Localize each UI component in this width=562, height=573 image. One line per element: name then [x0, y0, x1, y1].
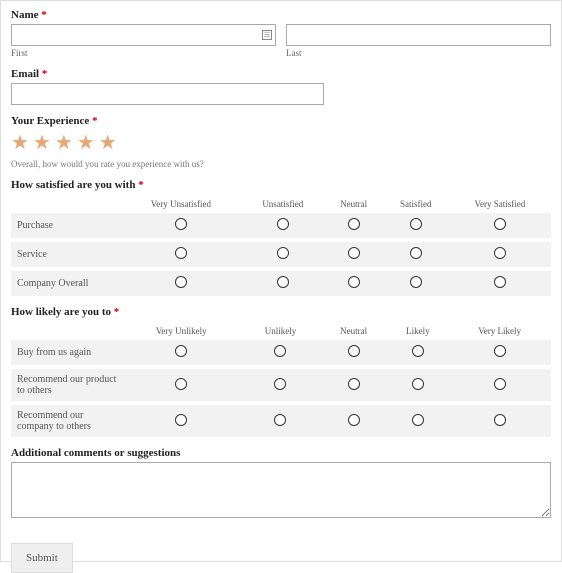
last-sublabel: Last — [286, 48, 551, 58]
radio-option[interactable] — [274, 345, 286, 357]
radio-option[interactable] — [277, 247, 289, 259]
row-label: Recommend our product to others — [11, 367, 121, 403]
last-name-col: Last — [286, 24, 551, 58]
radio-option[interactable] — [175, 247, 187, 259]
experience-field: Your Experience * ★ ★ ★ ★ ★ Overall, how… — [11, 115, 551, 169]
contact-card-icon: ☰ — [262, 30, 272, 40]
matrix-corner — [11, 322, 121, 340]
col-header: Very Likely — [448, 322, 551, 340]
comments-field: Additional comments or suggestions — [11, 447, 551, 521]
radio-option[interactable] — [274, 414, 286, 426]
radio-option[interactable] — [410, 276, 422, 288]
col-header: Neutral — [325, 195, 383, 213]
radio-option[interactable] — [274, 378, 286, 390]
name-label: Name * — [11, 9, 551, 21]
matrix-corner — [11, 195, 121, 213]
required-mark: * — [114, 306, 120, 318]
star-rating: ★ ★ ★ ★ ★ — [11, 130, 551, 155]
radio-option[interactable] — [494, 345, 506, 357]
radio-option[interactable] — [348, 345, 360, 357]
radio-option[interactable] — [494, 378, 506, 390]
row-label: Company Overall — [11, 269, 121, 296]
required-mark: * — [92, 115, 98, 127]
radio-option[interactable] — [175, 218, 187, 230]
required-mark: * — [138, 179, 144, 191]
name-label-text: Name — [11, 9, 39, 21]
row-label: Buy from us again — [11, 340, 121, 367]
radio-option[interactable] — [494, 218, 506, 230]
submit-button[interactable]: Submit — [11, 543, 73, 573]
likelihood-label: How likely are you to * — [11, 306, 551, 318]
col-header: Neutral — [320, 322, 388, 340]
star-icon[interactable]: ★ — [77, 130, 95, 155]
likelihood-matrix: Very Unlikely Unlikely Neutral Likely Ve… — [11, 322, 551, 437]
col-header: Satisfied — [383, 195, 449, 213]
row-label: Recommend our company to others — [11, 403, 121, 437]
first-sublabel: First — [11, 48, 276, 58]
radio-option[interactable] — [348, 414, 360, 426]
satisfaction-field: How satisfied are you with * Very Unsati… — [11, 179, 551, 296]
likelihood-label-text: How likely are you to — [11, 306, 111, 318]
radio-option[interactable] — [175, 345, 187, 357]
star-icon[interactable]: ★ — [33, 130, 51, 155]
radio-option[interactable] — [348, 218, 360, 230]
radio-option[interactable] — [412, 378, 424, 390]
comments-label: Additional comments or suggestions — [11, 447, 551, 459]
matrix-row: Buy from us again — [11, 340, 551, 367]
satisfaction-matrix: Very Unsatisfied Unsatisfied Neutral Sat… — [11, 195, 551, 296]
experience-label-text: Your Experience — [11, 115, 89, 127]
col-header: Very Unsatisfied — [121, 195, 241, 213]
experience-label: Your Experience * — [11, 115, 551, 127]
radio-option[interactable] — [412, 345, 424, 357]
radio-option[interactable] — [175, 414, 187, 426]
radio-option[interactable] — [277, 276, 289, 288]
required-mark: * — [42, 68, 48, 80]
radio-option[interactable] — [494, 276, 506, 288]
required-mark: * — [41, 9, 47, 21]
col-header: Unlikely — [241, 322, 319, 340]
first-name-wrap: ☰ — [11, 24, 276, 46]
row-label: Service — [11, 240, 121, 269]
col-header: Very Unlikely — [121, 322, 241, 340]
email-label: Email * — [11, 68, 551, 80]
matrix-row: Company Overall — [11, 269, 551, 296]
first-name-col: ☰ First — [11, 24, 276, 58]
radio-option[interactable] — [410, 218, 422, 230]
radio-option[interactable] — [175, 276, 187, 288]
col-header: Likely — [388, 322, 448, 340]
satisfaction-label-text: How satisfied are you with — [11, 179, 135, 191]
radio-option[interactable] — [348, 247, 360, 259]
first-name-input[interactable] — [11, 24, 276, 46]
radio-option[interactable] — [410, 247, 422, 259]
satisfaction-label: How satisfied are you with * — [11, 179, 551, 191]
radio-option[interactable] — [175, 378, 187, 390]
radio-option[interactable] — [412, 414, 424, 426]
last-name-input[interactable] — [286, 24, 551, 46]
likelihood-field: How likely are you to * Very Unlikely Un… — [11, 306, 551, 437]
star-icon[interactable]: ★ — [11, 130, 29, 155]
row-label: Purchase — [11, 213, 121, 240]
radio-option[interactable] — [348, 378, 360, 390]
matrix-row: Purchase — [11, 213, 551, 240]
matrix-row: Recommend our company to others — [11, 403, 551, 437]
form-container: Name * ☰ First Last Email * Your Ex — [0, 0, 562, 562]
star-icon[interactable]: ★ — [99, 130, 117, 155]
radio-option[interactable] — [277, 218, 289, 230]
radio-option[interactable] — [494, 414, 506, 426]
col-header: Unsatisfied — [241, 195, 325, 213]
email-input[interactable] — [11, 83, 324, 105]
experience-helper: Overall, how would you rate you experien… — [11, 159, 551, 169]
radio-option[interactable] — [348, 276, 360, 288]
email-label-text: Email — [11, 68, 39, 80]
name-row: ☰ First Last — [11, 24, 551, 58]
name-field: Name * ☰ First Last — [11, 9, 551, 58]
matrix-row: Recommend our product to others — [11, 367, 551, 403]
matrix-row: Service — [11, 240, 551, 269]
col-header: Very Satisfied — [449, 195, 551, 213]
email-field: Email * — [11, 68, 551, 105]
radio-option[interactable] — [494, 247, 506, 259]
star-icon[interactable]: ★ — [55, 130, 73, 155]
comments-textarea[interactable] — [11, 462, 551, 518]
